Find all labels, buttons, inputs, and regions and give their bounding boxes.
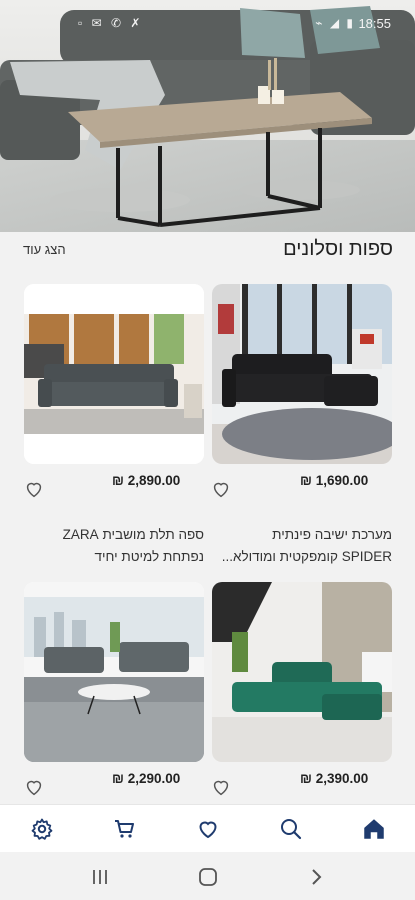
product-image-grey-sofa-set[interactable]: [24, 582, 204, 762]
product-name-line2[interactable]: SPIDER קומפקטית ומודולא...: [212, 546, 392, 568]
notification-icons: ▫ ✉ ✆ ✗: [78, 16, 144, 30]
section-title: ספות וסלונים: [283, 238, 393, 260]
home-icon[interactable]: [359, 814, 389, 844]
sectional-sofa-image: [212, 284, 392, 464]
section-header: ספות וסלונים הצג עוד: [0, 232, 415, 272]
back-icon[interactable]: [304, 866, 328, 888]
product-price: 2,290.00 ₪: [112, 771, 181, 786]
recent-apps-icon[interactable]: [88, 866, 112, 888]
zara-sofa-image: [24, 284, 204, 464]
hero-banner[interactable]: ▫ ✉ ✆ ✗ ⌁ ◢ ▮ 18:55: [0, 0, 415, 232]
status-time: 18:55: [358, 16, 391, 31]
hero-living-room-image: [0, 0, 415, 232]
show-more-link[interactable]: הצג עוד: [23, 242, 66, 257]
system-navigation-bar: [0, 852, 415, 900]
heart-icon[interactable]: [23, 776, 45, 798]
product-name-line1[interactable]: מערכת ישיבה פינתית: [212, 524, 392, 546]
signal-battery-icons: ⌁ ◢ ▮: [315, 16, 355, 30]
product-price: 2,390.00 ₪: [300, 771, 369, 786]
home-button-icon[interactable]: [196, 866, 220, 888]
product-name-line2[interactable]: נפתחת למיטת יחיד: [24, 546, 204, 568]
heart-icon[interactable]: [210, 776, 232, 798]
settings-icon[interactable]: [27, 814, 57, 844]
grey-sofa-set-image: [24, 582, 204, 762]
product-name-line1[interactable]: ספה תלת מושבית ZARA: [24, 524, 204, 546]
heart-icon[interactable]: [23, 478, 45, 500]
search-icon[interactable]: [276, 814, 306, 844]
bottom-navigation: [0, 804, 415, 853]
product-image-sectional-sofa[interactable]: [212, 284, 392, 464]
product-price: 2,890.00 ₪: [112, 473, 181, 488]
product-price: 1,690.00 ₪: [300, 473, 369, 488]
heart-icon[interactable]: [210, 478, 232, 500]
product-image-zara-sofa[interactable]: [24, 284, 204, 464]
product-image-green-sofa[interactable]: [212, 582, 392, 762]
status-bar: ▫ ✉ ✆ ✗ ⌁ ◢ ▮ 18:55: [0, 14, 415, 32]
green-sofa-image: [212, 582, 392, 762]
cart-icon[interactable]: [110, 814, 140, 844]
heart-icon[interactable]: [193, 814, 223, 844]
